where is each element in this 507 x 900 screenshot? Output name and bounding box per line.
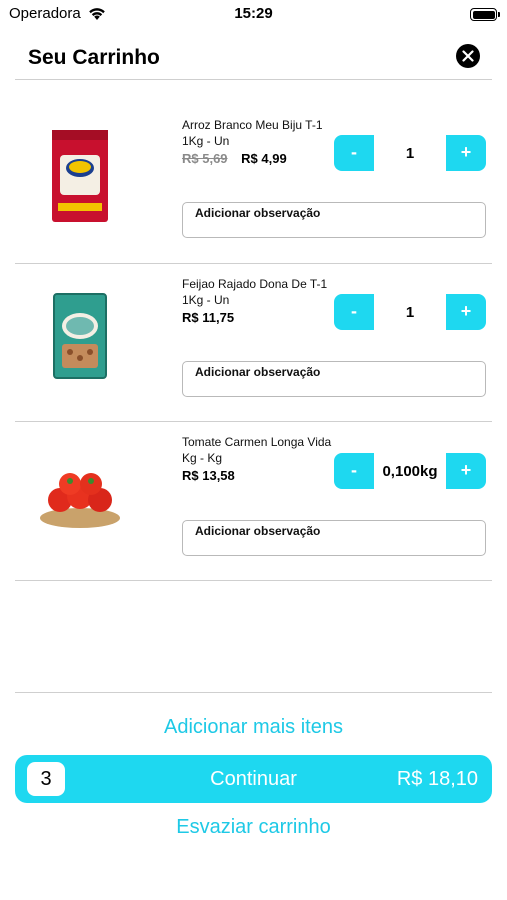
price-row: R$ 13,58 <box>182 468 235 483</box>
increase-quantity-button[interactable]: + <box>446 294 486 330</box>
product-image-tomato <box>40 473 120 528</box>
clock: 15:29 <box>234 5 273 22</box>
continue-button[interactable]: 3 Continuar R$ 18,10 <box>15 755 492 803</box>
close-button[interactable] <box>456 44 480 68</box>
decrease-quantity-button[interactable]: - <box>334 453 374 489</box>
quantity-value: 1 <box>405 304 415 321</box>
cart-item: Feijao Rajado Dona De T-1 1Kg - Un R$ 11… <box>0 264 507 422</box>
page-title: Seu Carrinho <box>28 46 160 69</box>
cart-total: R$ 18,10 <box>396 768 478 790</box>
product-name: Arroz Branco Meu Biju T-1 1Kg - Un <box>182 118 323 148</box>
increase-quantity-button[interactable]: + <box>446 135 486 171</box>
cart-item: Tomate Carmen Longa Vida Kg - Kg R$ 13,5… <box>0 422 507 580</box>
status-bar: Operadora 15:29 <box>0 0 507 30</box>
product-name: Feijao Rajado Dona De T-1 1Kg - Un <box>182 277 328 307</box>
battery-icon <box>470 8 500 21</box>
divider <box>15 580 492 581</box>
product-name: Tomate Carmen Longa Vida Kg - Kg <box>182 435 332 465</box>
current-price: R$ 13,58 <box>182 468 235 483</box>
product-image-rice <box>52 130 108 222</box>
current-price: R$ 4,99 <box>241 151 287 166</box>
current-price: R$ 11,75 <box>182 310 235 325</box>
observation-field[interactable]: Adicionar observação <box>182 520 486 556</box>
old-price: R$ 5,69 <box>182 151 228 166</box>
divider <box>15 692 492 693</box>
empty-cart-link[interactable]: Esvaziar carrinho <box>0 816 507 839</box>
cart-item: Arroz Branco Meu Biju T-1 1Kg - Un R$ 5,… <box>0 105 507 263</box>
increase-quantity-button[interactable]: + <box>446 453 486 489</box>
decrease-quantity-button[interactable]: - <box>334 294 374 330</box>
add-more-items-link[interactable]: Adicionar mais itens <box>0 716 507 739</box>
price-row: R$ 5,69 R$ 4,99 <box>182 151 287 166</box>
observation-field[interactable]: Adicionar observação <box>182 361 486 397</box>
decrease-quantity-button[interactable]: - <box>334 135 374 171</box>
divider <box>15 79 492 80</box>
quantity-value: 0,100kg <box>382 463 438 480</box>
header: Seu Carrinho <box>0 36 507 80</box>
price-row: R$ 11,75 <box>182 310 234 325</box>
close-icon <box>462 50 474 62</box>
observation-field[interactable]: Adicionar observação <box>182 202 486 238</box>
quantity-value: 1 <box>405 145 415 162</box>
product-image-beans <box>53 293 107 379</box>
